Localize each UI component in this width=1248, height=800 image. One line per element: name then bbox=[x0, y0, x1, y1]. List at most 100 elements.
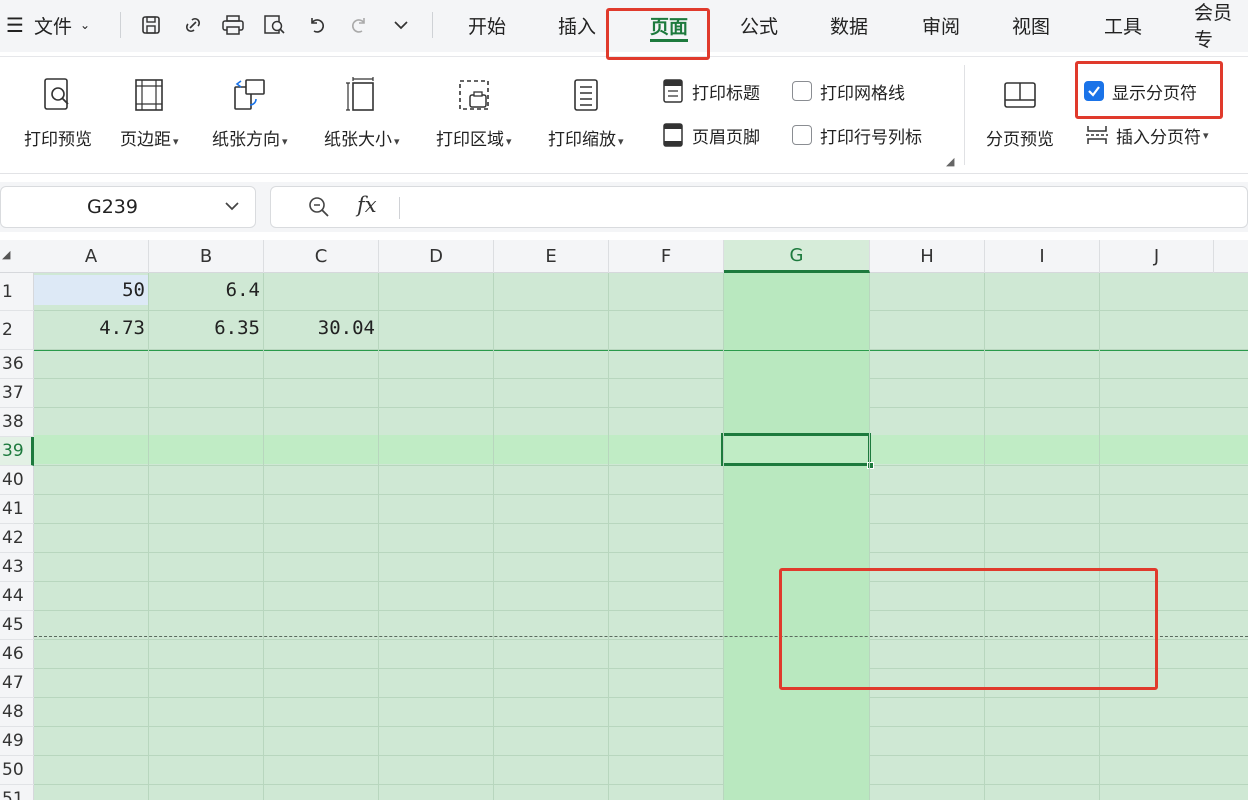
show-page-breaks-box[interactable] bbox=[1084, 81, 1104, 101]
active-cell-G239[interactable] bbox=[721, 433, 874, 469]
column-gridline bbox=[493, 273, 494, 800]
column-header-J[interactable]: J bbox=[1100, 240, 1214, 273]
print-gridlines-checkbox[interactable]: 打印网格线 bbox=[792, 77, 905, 105]
column-header-F[interactable]: F bbox=[609, 240, 724, 273]
file-menu[interactable]: ☰ 文件 ⌄ bbox=[6, 0, 90, 50]
row-header-1[interactable]: 1 bbox=[0, 273, 34, 311]
row-header-41[interactable]: 41 bbox=[0, 495, 34, 524]
row-header-42[interactable]: 42 bbox=[0, 524, 34, 553]
print-row-col-headers-checkbox[interactable]: 打印行号列标 bbox=[792, 121, 922, 149]
tab-member[interactable]: 会员专 bbox=[1194, 0, 1248, 51]
cell-B2[interactable]: 6.35 bbox=[149, 313, 264, 343]
page-break-preview-button[interactable]: 分页预览 bbox=[986, 75, 1054, 150]
print-area-button[interactable]: 打印区域 ▾ bbox=[436, 75, 512, 150]
margins-button[interactable]: 页边距 ▾ bbox=[120, 75, 179, 150]
column-header-H[interactable]: H bbox=[870, 240, 985, 273]
chevron-down-icon: ▾ bbox=[282, 135, 288, 148]
row-header-44[interactable]: 44 bbox=[0, 582, 34, 611]
header-footer-button[interactable]: 页眉页脚 bbox=[660, 121, 760, 149]
print-preview-icon[interactable] bbox=[262, 12, 288, 38]
chevron-down-icon: ▾ bbox=[173, 135, 179, 148]
row-header-48[interactable]: 48 bbox=[0, 698, 34, 727]
row-gridline bbox=[34, 407, 1248, 408]
tab-data[interactable]: 数据 bbox=[830, 0, 868, 50]
row-header-2[interactable]: 2 bbox=[0, 311, 34, 350]
dialog-launcher-icon[interactable]: ◢ bbox=[946, 155, 954, 168]
tab-insert[interactable]: 插入 bbox=[558, 0, 596, 50]
undo-icon[interactable] bbox=[304, 12, 330, 38]
column-header-D[interactable]: D bbox=[379, 240, 494, 273]
row-gridline bbox=[34, 784, 1248, 785]
name-box[interactable]: G239 bbox=[0, 186, 256, 228]
chevron-down-icon: ▾ bbox=[506, 135, 512, 148]
print-scale-icon bbox=[566, 75, 606, 115]
column-header-C[interactable]: C bbox=[264, 240, 379, 273]
tab-view[interactable]: 视图 bbox=[1012, 0, 1050, 50]
row-header-40[interactable]: 40 bbox=[0, 466, 34, 495]
orientation-button[interactable]: 纸张方向 ▾ bbox=[212, 75, 288, 150]
row-header-38[interactable]: 38 bbox=[0, 408, 34, 437]
tab-review[interactable]: 审阅 bbox=[922, 0, 960, 50]
row-header-46[interactable]: 46 bbox=[0, 640, 34, 669]
column-header-G[interactable]: G bbox=[724, 240, 870, 273]
cell-area[interactable]: 50 6.4 4.73 6.35 30.04 bbox=[34, 273, 1248, 800]
row-header-43[interactable]: 43 bbox=[0, 553, 34, 582]
print-row-col-headers-box[interactable] bbox=[792, 125, 812, 145]
row-header-47[interactable]: 47 bbox=[0, 669, 34, 698]
print-scale-button[interactable]: 打印缩放 ▾ bbox=[548, 75, 624, 150]
more-chevron-icon[interactable] bbox=[388, 12, 414, 38]
column-gridline bbox=[263, 273, 264, 800]
freeze-pane-line bbox=[34, 350, 1248, 351]
orientation-label: 纸张方向 bbox=[212, 130, 280, 150]
row-gridline bbox=[34, 378, 1248, 379]
print-gridlines-box[interactable] bbox=[792, 81, 812, 101]
select-all-corner-icon[interactable]: ◢ bbox=[2, 248, 10, 261]
show-page-breaks-checkbox[interactable]: 显示分页符 bbox=[1084, 77, 1197, 105]
formula-input[interactable]: fx bbox=[270, 186, 1248, 228]
print-titles-button[interactable]: 打印标题 bbox=[660, 77, 760, 105]
file-menu-label: 文件 bbox=[33, 15, 72, 38]
row-header-37[interactable]: 37 bbox=[0, 379, 34, 408]
column-gridline bbox=[869, 273, 870, 800]
print-icon[interactable] bbox=[220, 12, 246, 38]
paper-size-button[interactable]: 纸张大小 ▾ bbox=[324, 75, 400, 150]
fx-icon[interactable]: fx bbox=[357, 193, 377, 217]
column-header-E[interactable]: E bbox=[494, 240, 609, 273]
share-icon[interactable] bbox=[180, 12, 206, 38]
column-header-A[interactable]: A bbox=[34, 240, 149, 273]
zoom-formula-icon[interactable] bbox=[307, 195, 331, 223]
tab-start[interactable]: 开始 bbox=[468, 0, 506, 50]
margins-icon bbox=[129, 75, 169, 115]
spreadsheet-grid[interactable]: ◢ ABCDEFGHIJ 1 2 36 37 38 39 40 41 42 43 44 45 46 47 4… bbox=[0, 240, 1248, 800]
row-header-49[interactable]: 49 bbox=[0, 727, 34, 756]
cell-B1[interactable]: 6.4 bbox=[149, 275, 264, 305]
row-header-45[interactable]: 45 bbox=[0, 611, 34, 640]
row-header-36[interactable]: 36 bbox=[0, 350, 34, 379]
tab-formula[interactable]: 公式 bbox=[740, 0, 778, 50]
check-icon bbox=[1088, 86, 1100, 97]
row-gridline bbox=[34, 552, 1248, 553]
column-header-I[interactable]: I bbox=[985, 240, 1100, 273]
paper-size-label: 纸张大小 bbox=[324, 130, 392, 150]
cell-C2[interactable]: 30.04 bbox=[264, 313, 379, 343]
row-header-51[interactable]: 51 bbox=[0, 785, 34, 800]
redo-icon[interactable] bbox=[346, 12, 372, 38]
row-gridline bbox=[34, 465, 1248, 466]
row-header-50[interactable]: 50 bbox=[0, 756, 34, 785]
chevron-down-icon[interactable] bbox=[223, 197, 241, 219]
insert-page-break-button[interactable]: 插入分页符 ▾ bbox=[1084, 121, 1209, 149]
column-header-B[interactable]: B bbox=[149, 240, 264, 273]
row-header-39[interactable]: 39 bbox=[0, 437, 34, 466]
print-area-label: 打印区域 bbox=[436, 130, 504, 150]
cell-A2[interactable]: 4.73 bbox=[34, 313, 149, 343]
print-preview-button[interactable]: 打印预览 bbox=[24, 75, 92, 150]
insert-page-break-label: 插入分页符 bbox=[1116, 127, 1201, 148]
row-gridline bbox=[34, 697, 1248, 698]
page-break-preview-label: 分页预览 bbox=[986, 130, 1054, 150]
save-icon[interactable] bbox=[138, 12, 164, 38]
column-gridline bbox=[148, 273, 149, 800]
cell-A1[interactable]: 50 bbox=[34, 275, 149, 305]
tab-tools[interactable]: 工具 bbox=[1104, 0, 1142, 50]
tab-page[interactable]: 页面 bbox=[650, 0, 689, 50]
column-header-bar: ◢ ABCDEFGHIJ bbox=[0, 240, 1248, 273]
